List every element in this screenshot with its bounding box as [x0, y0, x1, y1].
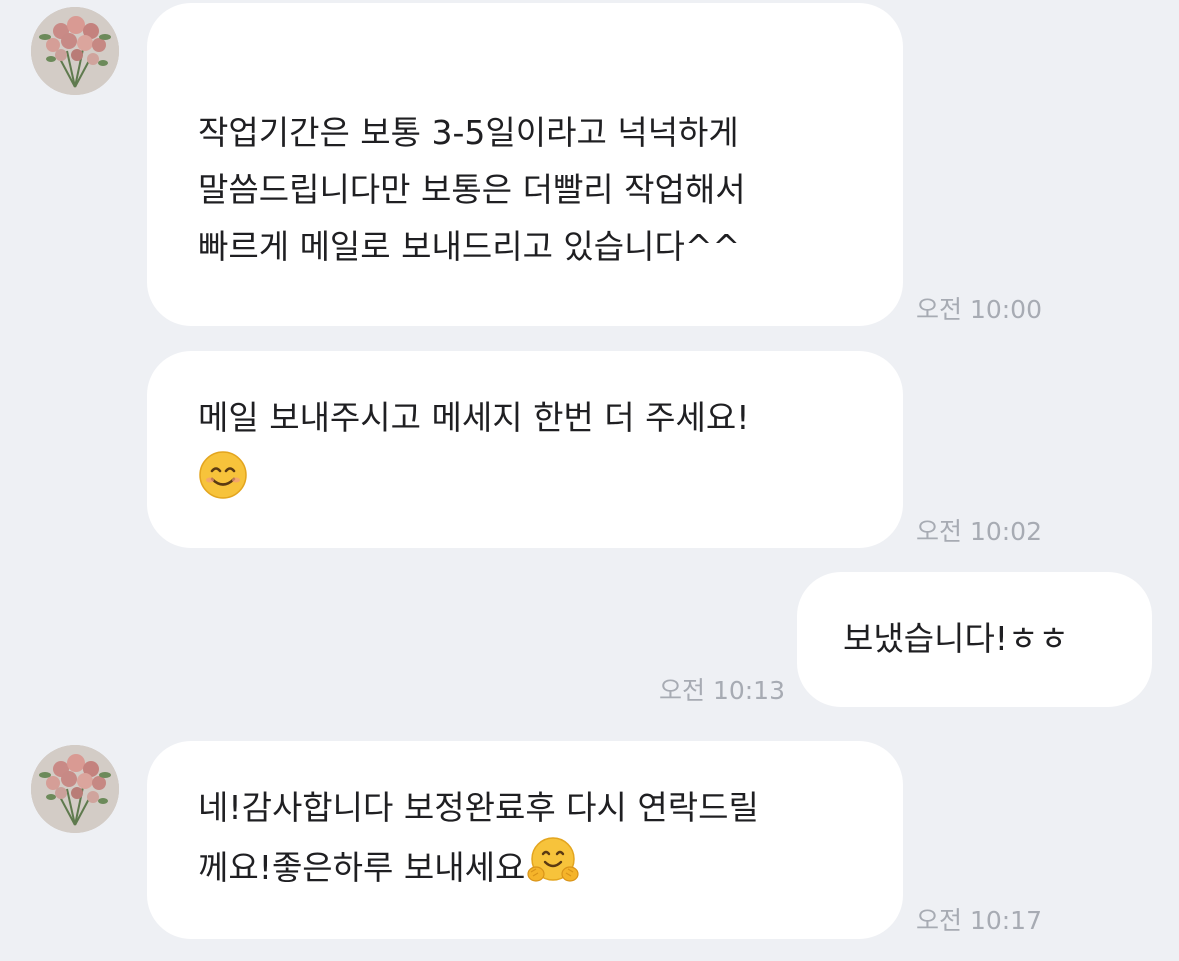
message-bubble[interactable]: 작업기간은 보통 3-5일이라고 넉넉하게 말씀드립니다만 보통은 더빨리 작업…	[147, 3, 903, 326]
message-text: 께요!좋은하루 보내세요	[198, 836, 903, 903]
message-bubble[interactable]: 네!감사합니다 보정완료후 다시 연락드릴 께요!좋은하루 보내세요	[147, 741, 903, 939]
message-text: 작업기간은 보통 3-5일이라고 넉넉하게 말씀드립니다만 보통은 더빨리 작업…	[198, 113, 746, 266]
sender-avatar[interactable]	[31, 7, 119, 95]
sender-avatar[interactable]	[31, 745, 119, 833]
my-message-bubble[interactable]: 보냈습니다!ㅎㅎ	[797, 572, 1152, 707]
message-text-line2: 께요!좋은하루 보내세요	[198, 848, 526, 887]
smiling-face-emoji	[198, 450, 248, 517]
hugging-face-emoji	[527, 836, 579, 903]
message-timestamp: 오전 10:17	[916, 906, 1042, 935]
message-text: 보냈습니다!ㅎㅎ	[843, 619, 1069, 658]
message-timestamp: 오전 10:02	[916, 517, 1042, 546]
chat-thread: 작업기간은 보통 3-5일이라고 넉넉하게 말씀드립니다만 보통은 더빨리 작업…	[0, 0, 1179, 961]
rose-bouquet-image	[31, 745, 119, 833]
message-text: 네!감사합니다 보정완료후 다시 연락드릴	[198, 788, 759, 827]
rose-bouquet-image	[31, 7, 119, 95]
message-bubble[interactable]: 메일 보내주시고 메세지 한번 더 주세요!	[147, 351, 903, 548]
message-text: 메일 보내주시고 메세지 한번 더 주세요!	[198, 398, 750, 437]
message-timestamp: 오전 10:13	[659, 676, 785, 705]
message-timestamp: 오전 10:00	[916, 295, 1042, 324]
